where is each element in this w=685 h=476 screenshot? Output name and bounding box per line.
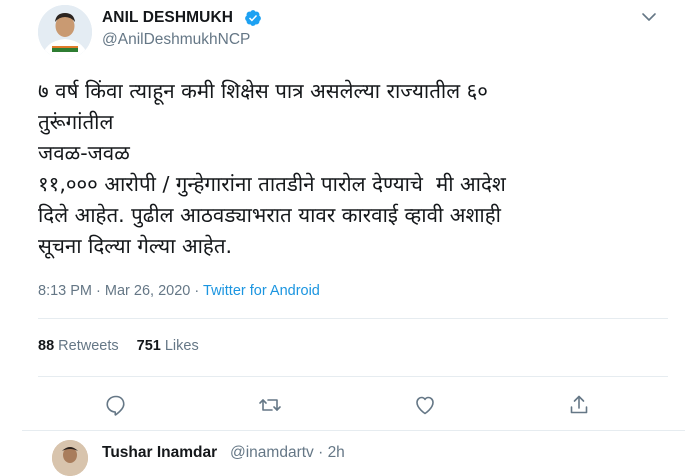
divider xyxy=(38,376,668,377)
tweet-text: ७ वर्ष किंवा त्याहून कमी शिक्षेस पात्र अ… xyxy=(38,76,668,262)
divider xyxy=(22,430,685,431)
tweet-card: ANIL DESHMUKH @AnilDeshmukhNCP ७ वर्ष कि… xyxy=(0,0,685,476)
retweets-count: 88 xyxy=(38,338,55,354)
tweet-source-link[interactable]: Twitter for Android xyxy=(203,283,320,299)
reply-author-name[interactable]: Tushar Inamdar xyxy=(102,444,217,462)
retweets-label: Retweets xyxy=(58,338,119,354)
likes-label: Likes xyxy=(164,338,199,354)
tweet-text-line: ७ वर्ष किंवा त्याहून कमी शिक्षेस पात्र अ… xyxy=(38,79,488,103)
chevron-down-icon[interactable] xyxy=(641,9,657,25)
likes-count: 751 xyxy=(136,338,161,354)
reply-avatar[interactable] xyxy=(52,440,88,476)
author-handle[interactable]: @AnilDeshmukhNCP xyxy=(102,31,250,49)
author-name[interactable]: ANIL DESHMUKH xyxy=(102,9,233,27)
retweet-icon[interactable] xyxy=(258,393,282,417)
divider xyxy=(38,318,668,319)
tweet-text-line: जवळ-जवळ xyxy=(38,141,130,165)
reply-avatar-photo xyxy=(52,440,88,476)
reply-icon[interactable] xyxy=(104,393,128,417)
author-avatar[interactable] xyxy=(38,5,92,59)
verified-badge-icon xyxy=(245,10,261,26)
tweet-meta: 8:13 PM · Mar 26, 2020 · Twitter for And… xyxy=(38,283,320,299)
retweets-stat[interactable]: 88 Retweets xyxy=(38,338,119,354)
engagement-stats: 88 Retweets 751 Likes xyxy=(38,338,199,354)
tweet-text-line: सूचना दिल्या गेल्या आहेत. xyxy=(38,234,233,258)
tweet-text-line: दिले आहेत. पुढील आठवड्याभरात यावर कारवाई… xyxy=(38,203,501,227)
like-icon[interactable] xyxy=(413,393,437,417)
tweet-date[interactable]: Mar 26, 2020 xyxy=(105,283,190,299)
tweet-text-line: ११,००० आरोपी / गुन्हेगारांना तातडीने पार… xyxy=(38,172,506,196)
likes-stat[interactable]: 751 Likes xyxy=(137,338,199,354)
tweet-time[interactable]: 8:13 PM xyxy=(38,283,92,299)
meta-separator: · xyxy=(96,283,101,299)
share-icon[interactable] xyxy=(567,393,591,417)
reply-author-handle[interactable]: @inamdartv · 2h xyxy=(230,444,345,462)
author-photo xyxy=(38,5,92,59)
meta-separator: · xyxy=(194,283,200,299)
tweet-text-line: तुरूंगांतील xyxy=(38,110,114,134)
